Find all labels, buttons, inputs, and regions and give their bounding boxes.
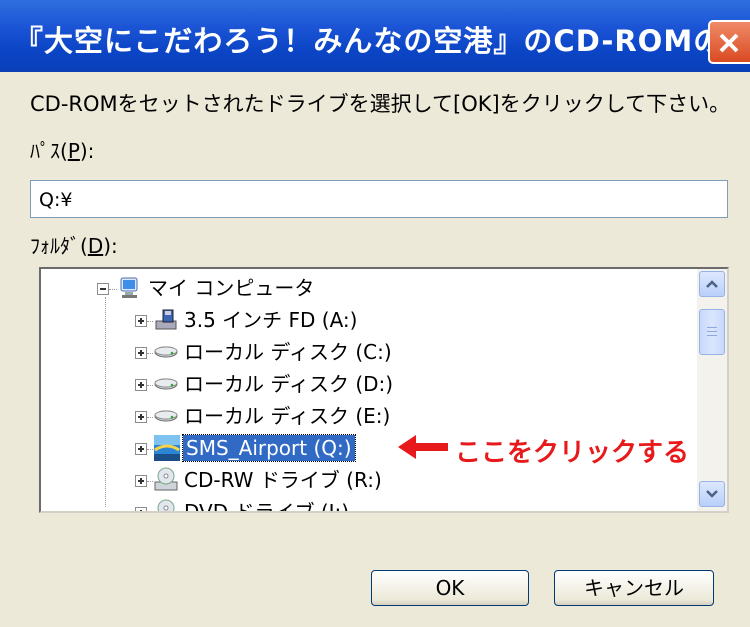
scroll-down-button[interactable] (699, 481, 725, 507)
tree-node-label: ローカル ディスク (E:) (184, 404, 391, 428)
dialog-window: 『大空にこだわろう！みんなの空港』のCD-ROMの確認 CD-ROMをセットされ… (0, 0, 750, 627)
floppy-drive-icon (155, 309, 177, 330)
title-bar: 『大空にこだわろう！みんなの空港』のCD-ROMの確認 (0, 0, 750, 72)
close-button[interactable] (708, 20, 750, 64)
tree-node-label: マイ コンピュータ (148, 276, 315, 300)
expand-toggle[interactable] (135, 475, 147, 487)
dvd-drive-icon (157, 499, 175, 511)
scroll-up-button[interactable] (699, 271, 725, 297)
expand-toggle[interactable] (135, 379, 147, 391)
tree-node-dvd[interactable]: DVD ドライブ (J:) (41, 498, 691, 513)
folder-label: ﾌｫﾙﾀﾞ(D): (30, 234, 118, 258)
chevron-down-icon (706, 490, 718, 498)
tree-node-label: CD-RW ドライブ (R:) (184, 468, 382, 492)
tree-node-disk-e[interactable]: ローカル ディスク (E:) (41, 402, 691, 432)
instruction-text: CD-ROMをセットされたドライブを選択して[OK]をクリックして下さい。 (30, 92, 731, 116)
tree-node-label: DVD ドライブ (J:) (184, 500, 350, 513)
expand-toggle[interactable] (135, 443, 147, 455)
expand-toggle[interactable] (135, 507, 147, 511)
window-title: 『大空にこだわろう！みんなの空港』のCD-ROMの確認 (14, 24, 750, 58)
hard-disk-icon (154, 346, 178, 358)
path-label: ﾊﾟｽ(P): (30, 139, 95, 163)
folder-tree[interactable]: マイ コンピュータ 3.5 インチ FD (A:) ローカル ディスク (C:) (39, 267, 729, 513)
expand-toggle[interactable] (135, 411, 147, 423)
annotation-text: ここをクリックする (455, 438, 690, 468)
collapse-toggle[interactable] (97, 283, 109, 295)
tree-node-label: ローカル ディスク (D:) (184, 372, 394, 396)
hard-disk-icon (154, 410, 178, 422)
expand-toggle[interactable] (135, 315, 147, 327)
cancel-button[interactable]: キャンセル (554, 570, 714, 606)
airport-cd-icon (154, 435, 180, 461)
tree-scrollbar[interactable] (697, 269, 727, 511)
arrow-left-icon (398, 435, 448, 459)
path-input[interactable]: Q:¥ (30, 180, 728, 218)
close-icon (719, 33, 739, 53)
tree-node-label: 3.5 インチ FD (A:) (184, 308, 358, 332)
tree-node-disk-d[interactable]: ローカル ディスク (D:) (41, 370, 691, 400)
tree-node-floppy[interactable]: 3.5 インチ FD (A:) (41, 306, 691, 336)
tree-node-label-selected: SMS_Airport (Q:) (182, 434, 356, 462)
expand-toggle[interactable] (135, 347, 147, 359)
tree-node-my-computer[interactable]: マイ コンピュータ (41, 274, 691, 304)
hard-disk-icon (154, 378, 178, 390)
tree-node-disk-c[interactable]: ローカル ディスク (C:) (41, 338, 691, 368)
my-computer-icon (120, 277, 138, 298)
chevron-up-icon (706, 280, 718, 288)
cd-drive-icon (154, 467, 178, 491)
tree-node-cd-rw[interactable]: CD-RW ドライブ (R:) (41, 466, 691, 496)
tree-node-label: ローカル ディスク (C:) (184, 340, 392, 364)
ok-button[interactable]: OK (371, 570, 529, 606)
scroll-thumb[interactable] (699, 309, 725, 355)
